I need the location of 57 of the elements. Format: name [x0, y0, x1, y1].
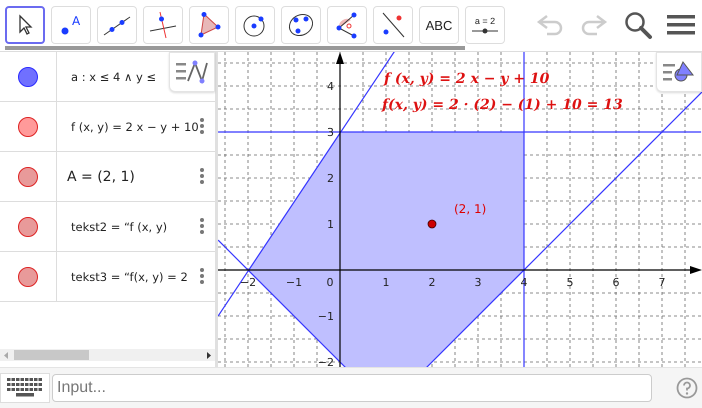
search-icon[interactable] — [623, 10, 653, 40]
input-field[interactable]: Input... — [52, 374, 652, 402]
line-tool-button[interactable] — [97, 6, 137, 44]
polygon-tool-button[interactable] — [189, 6, 229, 44]
x-tick-label: 6 — [612, 276, 620, 289]
slider-icon — [472, 28, 498, 34]
algebra-style-button[interactable] — [169, 52, 215, 92]
x-tick-label: 5 — [566, 276, 574, 289]
visibility-dot[interactable] — [18, 66, 38, 86]
slider-tool-button[interactable]: a = 2 — [465, 6, 505, 44]
perpendicular-tool-button[interactable] — [143, 6, 183, 44]
x-tick-label: −1 — [286, 276, 302, 289]
visibility-dot[interactable] — [18, 216, 38, 236]
algebra-expression[interactable]: tekst2 = “f (x, y) — [71, 220, 168, 234]
y-tick-label: 4 — [327, 80, 334, 93]
point-a[interactable] — [428, 220, 436, 228]
angle-tool-button[interactable] — [327, 6, 367, 44]
algebra-expression[interactable]: f (x, y) = 2 x − y + 10 — [71, 120, 199, 134]
circle-tool-button[interactable] — [235, 6, 275, 44]
feasible-region-drawing[interactable] — [218, 52, 702, 367]
algebra-expression[interactable]: tekst3 = “f(x, y) = 2 — [71, 270, 188, 284]
reflect-tool-button[interactable] — [373, 6, 413, 44]
visibility-dot[interactable] — [18, 166, 38, 186]
scroll-right-icon[interactable] — [207, 352, 211, 358]
x-tick-label: −2 — [240, 276, 256, 289]
help-icon[interactable] — [676, 377, 698, 399]
x-tick-label: 1 — [382, 276, 390, 289]
ellipse-tool-button[interactable] — [281, 6, 321, 44]
more-options-icon[interactable] — [200, 268, 204, 284]
x-tick-label: 3 — [474, 276, 482, 289]
ellipse-icon — [286, 11, 316, 39]
y-tick-label: −1 — [318, 310, 334, 323]
point-label: (2, 1) — [454, 202, 486, 216]
more-options-icon[interactable] — [200, 168, 204, 184]
more-options-icon[interactable] — [200, 118, 204, 134]
more-options-icon[interactable] — [200, 218, 204, 234]
point-tool-button[interactable]: A — [51, 6, 91, 44]
x-tick-label: 0 — [326, 276, 334, 289]
graphics-style-button[interactable] — [656, 52, 702, 92]
x-tick-label: 2 — [428, 276, 436, 289]
perpendicular-line-icon — [148, 11, 178, 39]
visibility-dot[interactable] — [18, 266, 38, 286]
formula-text: f (x, y) = 2 x − y + 10 — [384, 71, 550, 87]
x-tick-label: 7 — [658, 276, 666, 289]
move-tool-button[interactable] — [5, 6, 45, 44]
y-tick-label: 1 — [327, 218, 334, 231]
text-tool-button[interactable]: ABC — [419, 6, 459, 44]
scrollbar-thumb[interactable] — [14, 350, 89, 360]
toolbar-scrollbar[interactable] — [5, 46, 465, 50]
y-tick-label: −2 — [318, 356, 334, 367]
algebra-expression[interactable]: a : x ≤ 4 ∧ y ≤ — [71, 70, 156, 84]
visibility-dot[interactable] — [18, 116, 38, 136]
menu-icon[interactable] — [667, 13, 695, 37]
algebra-expression[interactable]: A = (2, 1) — [67, 168, 135, 184]
keyboard-button[interactable] — [0, 373, 50, 403]
y-tick-label: 2 — [327, 172, 334, 185]
algebra-style-icon — [176, 59, 208, 85]
